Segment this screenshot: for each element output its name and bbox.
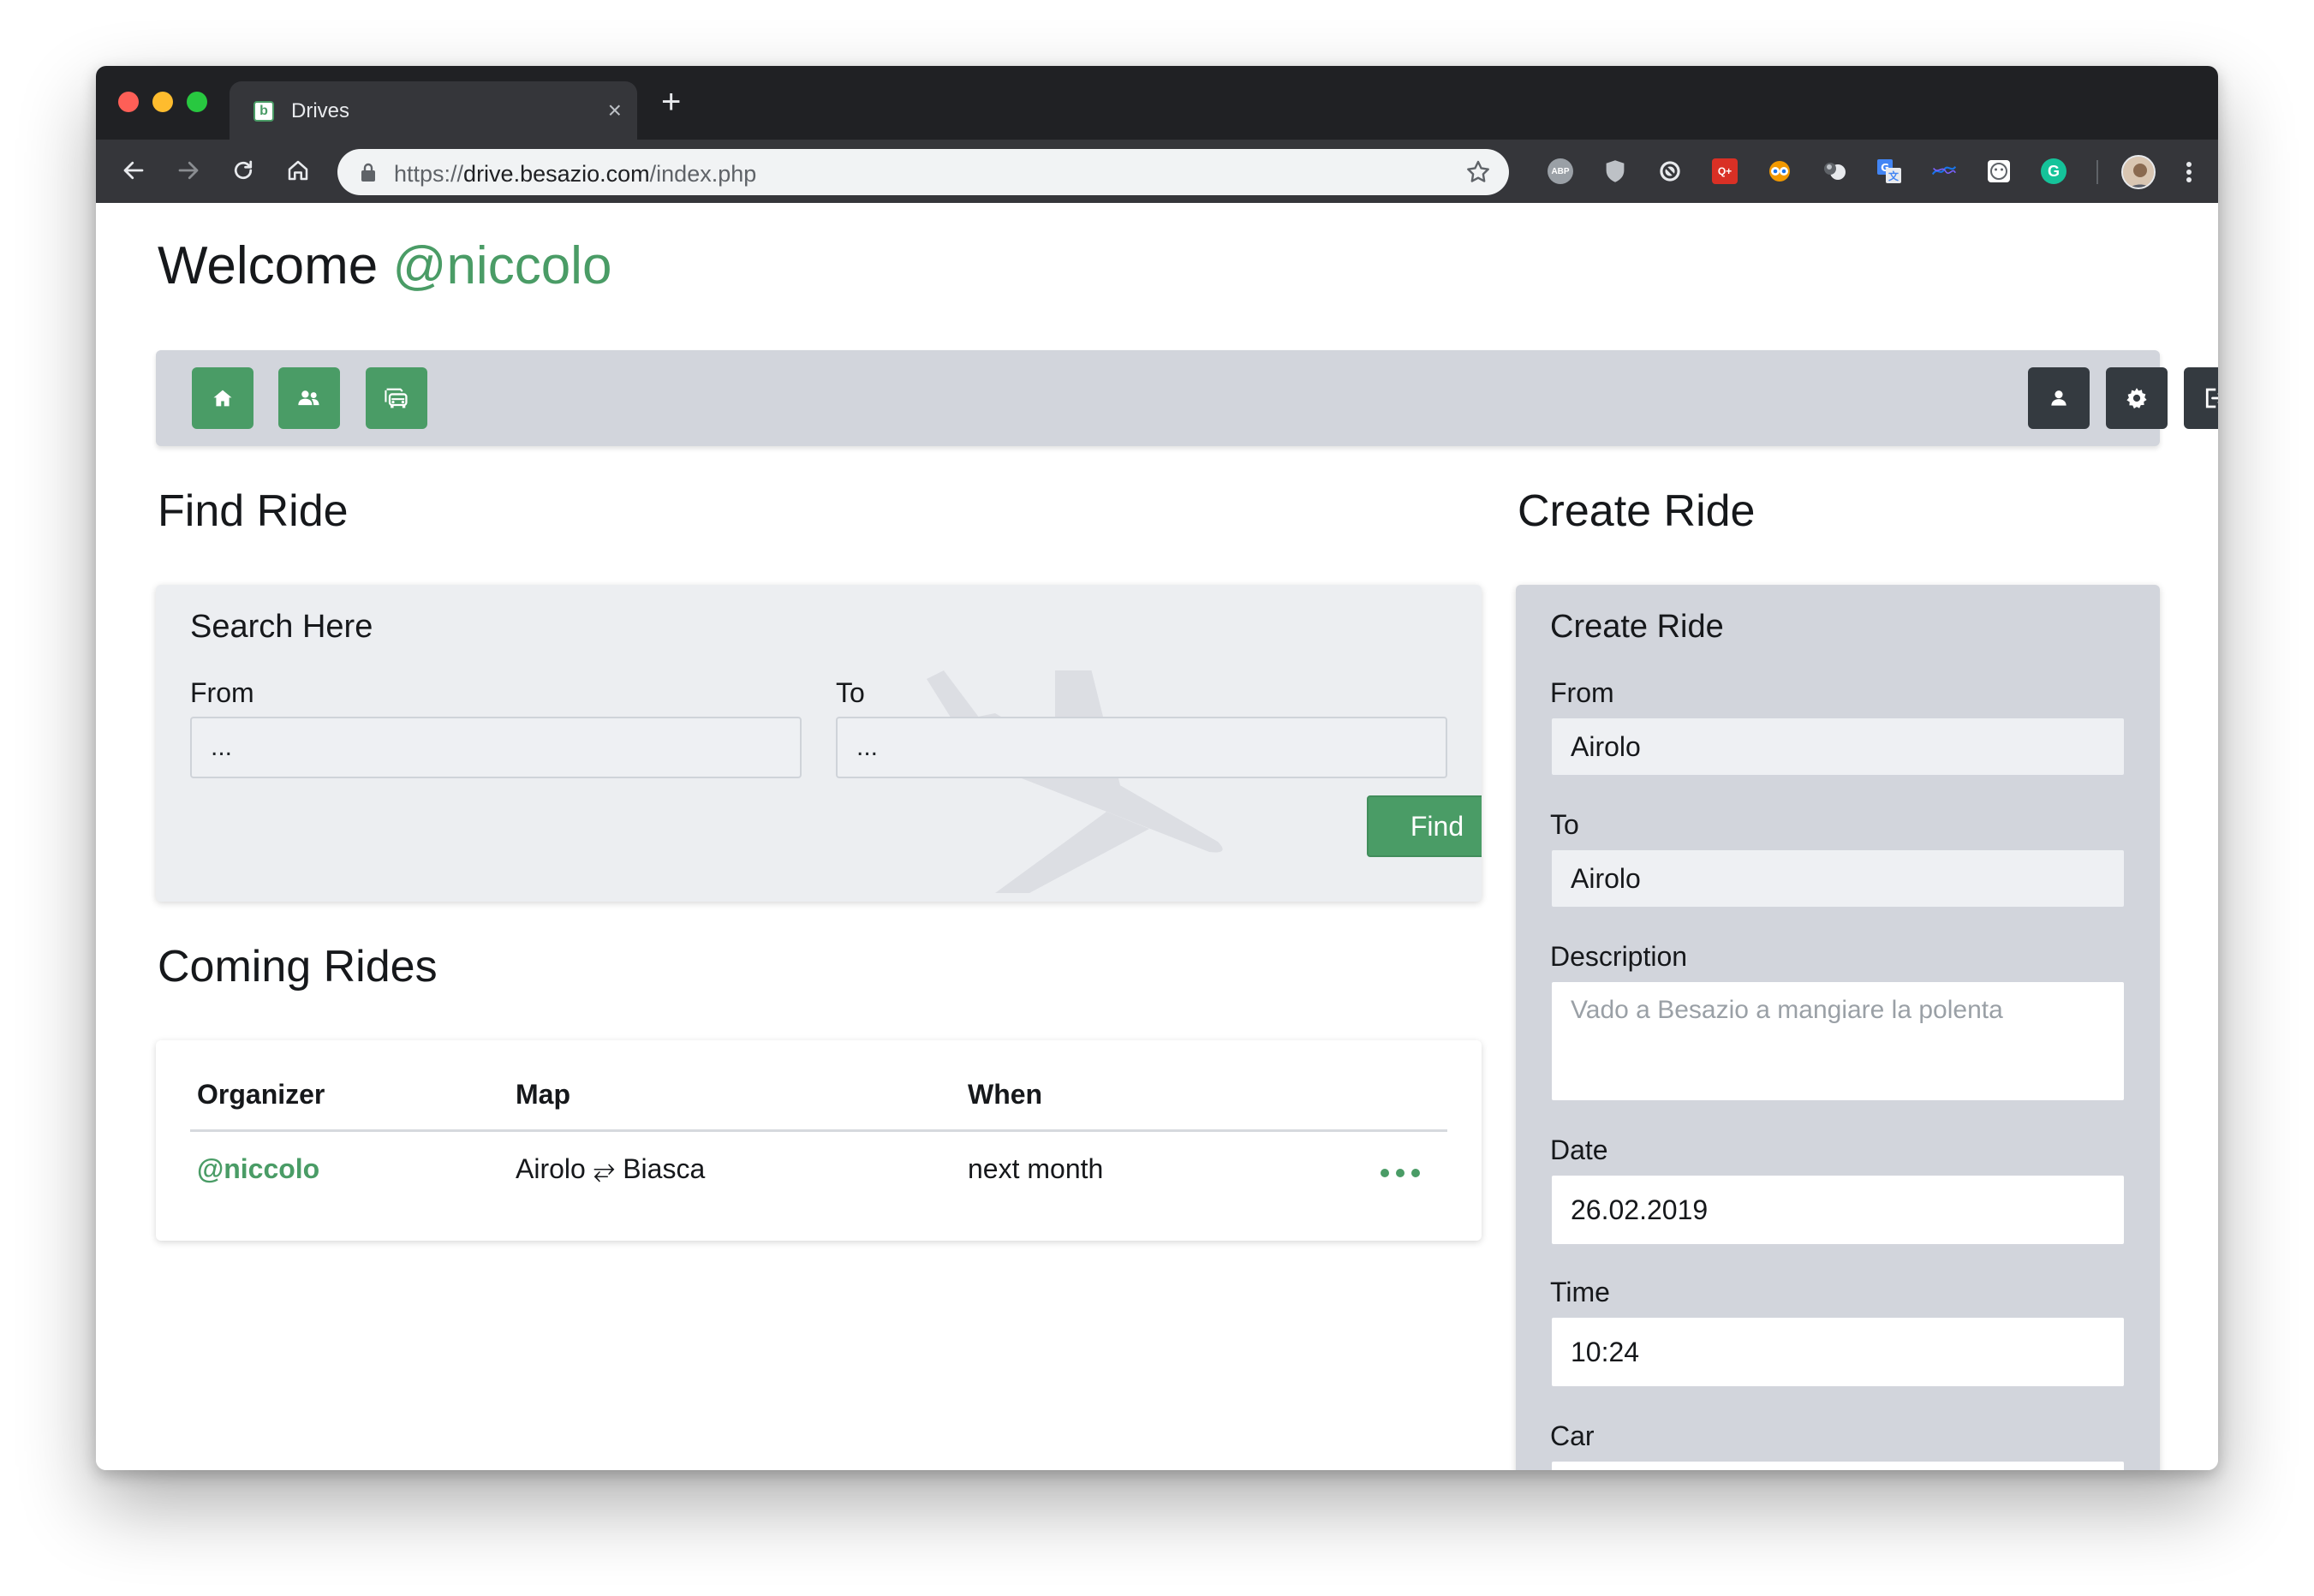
welcome-username: @niccolo <box>392 236 612 295</box>
gear-icon <box>2126 388 2147 409</box>
search-from-label: From <box>190 677 254 708</box>
user-icon <box>2051 390 2066 406</box>
extension-block-icon[interactable] <box>1657 158 1683 184</box>
tab-strip: b Drives × + <box>96 66 2218 140</box>
nav-rides-button[interactable] <box>366 367 427 429</box>
search-card-title: Search Here <box>190 609 373 645</box>
car-select[interactable] <box>1550 1460 2126 1470</box>
create-ride-card: Create Ride From Airolo To Airolo Descri… <box>1516 585 2160 1470</box>
table-header-divider <box>190 1129 1447 1132</box>
time-label: Time <box>1550 1277 1610 1307</box>
kebab-menu-icon <box>2186 162 2192 182</box>
create-from-label: From <box>1550 677 1614 708</box>
profile-avatar[interactable] <box>2121 155 2156 189</box>
time-input[interactable]: 10:24 <box>1550 1316 2126 1388</box>
minimize-window-button[interactable] <box>152 92 173 112</box>
screenshot-stage: b Drives × + https://drive.besazio.com/i… <box>0 0 2314 1596</box>
tab-title: Drives <box>291 99 350 122</box>
nav-settings-button[interactable] <box>2106 367 2168 429</box>
site-favicon-icon: b <box>253 101 274 122</box>
extension-balls-icon[interactable] <box>1822 158 1847 184</box>
new-tab-button[interactable]: + <box>661 83 681 121</box>
column-header-organizer: Organizer <box>197 1079 325 1110</box>
create-to-input[interactable]: Airolo <box>1550 849 2126 908</box>
rides-table-card: Organizer Map When @niccolo Airolo ⥂ Bia… <box>156 1040 1482 1241</box>
create-card-title: Create Ride <box>1550 609 1724 645</box>
address-bar[interactable]: https://drive.besazio.com/index.php <box>337 149 1509 195</box>
nav-users-button[interactable] <box>278 367 340 429</box>
tab-close-icon[interactable]: × <box>608 95 622 126</box>
date-input[interactable]: 26.02.2019 <box>1550 1174 2126 1246</box>
column-header-map: Map <box>516 1079 570 1110</box>
toolbar-divider <box>2096 160 2098 184</box>
maximize-window-button[interactable] <box>187 92 207 112</box>
column-header-when: When <box>968 1079 1043 1110</box>
extension-shield-icon[interactable] <box>1602 158 1628 184</box>
coming-rides-heading: Coming Rides <box>158 942 438 992</box>
extension-map-icon[interactable] <box>1931 158 1957 184</box>
ride-more-options-icon[interactable] <box>1381 1167 1422 1179</box>
reload-button[interactable] <box>224 152 262 189</box>
url-scheme: https:// <box>394 161 464 187</box>
url-host: drive.besazio.com <box>463 161 650 187</box>
extension-translate-icon[interactable]: G文 <box>1876 158 1902 184</box>
create-ride-heading: Create Ride <box>1518 486 1756 536</box>
close-window-button[interactable] <box>118 92 139 112</box>
page-title: Welcome @niccolo <box>158 235 611 296</box>
airplane-background-icon <box>901 670 1223 893</box>
search-from-input[interactable]: ... <box>190 717 802 778</box>
profile-avatar-icon <box>2123 157 2154 188</box>
home-button[interactable] <box>279 152 317 189</box>
extension-eyes-icon[interactable] <box>1767 158 1792 184</box>
search-to-label: To <box>836 677 865 708</box>
find-button[interactable]: Find <box>1367 795 1482 857</box>
description-label: Description <box>1550 941 1688 972</box>
reload-icon <box>234 160 253 180</box>
home-icon <box>213 390 232 407</box>
forward-arrow-icon <box>178 161 199 180</box>
ride-map: Airolo ⥂ Biasca <box>516 1153 706 1184</box>
logout-icon <box>2205 388 2218 408</box>
forward-button[interactable] <box>170 152 207 189</box>
extension-qplus-icon[interactable]: Q+ <box>1712 158 1738 184</box>
nav-profile-button[interactable] <box>2028 367 2090 429</box>
browser-toolbar: https://drive.besazio.com/index.php ABP … <box>96 140 2218 203</box>
url-text: https://drive.besazio.com/index.php <box>394 161 756 188</box>
ride-when: next month <box>968 1153 1104 1184</box>
lock-icon <box>361 163 375 182</box>
browser-window: b Drives × + https://drive.besazio.com/i… <box>96 66 2218 1470</box>
description-textarea[interactable]: Vado a Besazio a mangiare la polenta <box>1550 980 2126 1102</box>
nav-logout-button[interactable] <box>2184 367 2218 429</box>
url-path: /index.php <box>649 161 757 187</box>
bookmark-star-icon[interactable] <box>1464 158 1492 186</box>
search-card: Search Here From ... To ... Find <box>156 585 1482 902</box>
app-nav-panel <box>156 350 2218 446</box>
create-from-input[interactable]: Airolo <box>1550 717 2126 777</box>
search-to-input[interactable]: ... <box>836 717 1447 778</box>
back-button[interactable] <box>115 152 152 189</box>
welcome-text: Welcome <box>158 236 379 295</box>
car-label: Car <box>1550 1420 1595 1451</box>
ride-organizer-link[interactable]: @niccolo <box>197 1153 319 1185</box>
date-label: Date <box>1550 1134 1608 1165</box>
users-icon <box>298 390 319 406</box>
find-ride-heading: Find Ride <box>158 486 349 536</box>
browser-menu-button[interactable] <box>2172 155 2206 189</box>
back-arrow-icon <box>123 161 144 180</box>
svg-text:文: 文 <box>1888 170 1900 182</box>
extension-grammarly-icon[interactable]: G <box>2041 158 2066 184</box>
page-content: Welcome @niccolo Find Ride Search Here F… <box>96 203 2218 1470</box>
create-to-label: To <box>1550 809 1579 840</box>
car-icon <box>385 388 408 408</box>
extension-adblock-icon[interactable]: ABP <box>1548 158 1573 184</box>
extension-face-icon[interactable] <box>1986 158 2012 184</box>
nav-home-button[interactable] <box>192 367 253 429</box>
tab-drives[interactable]: b Drives × <box>230 81 637 140</box>
browser-home-icon <box>288 160 308 181</box>
